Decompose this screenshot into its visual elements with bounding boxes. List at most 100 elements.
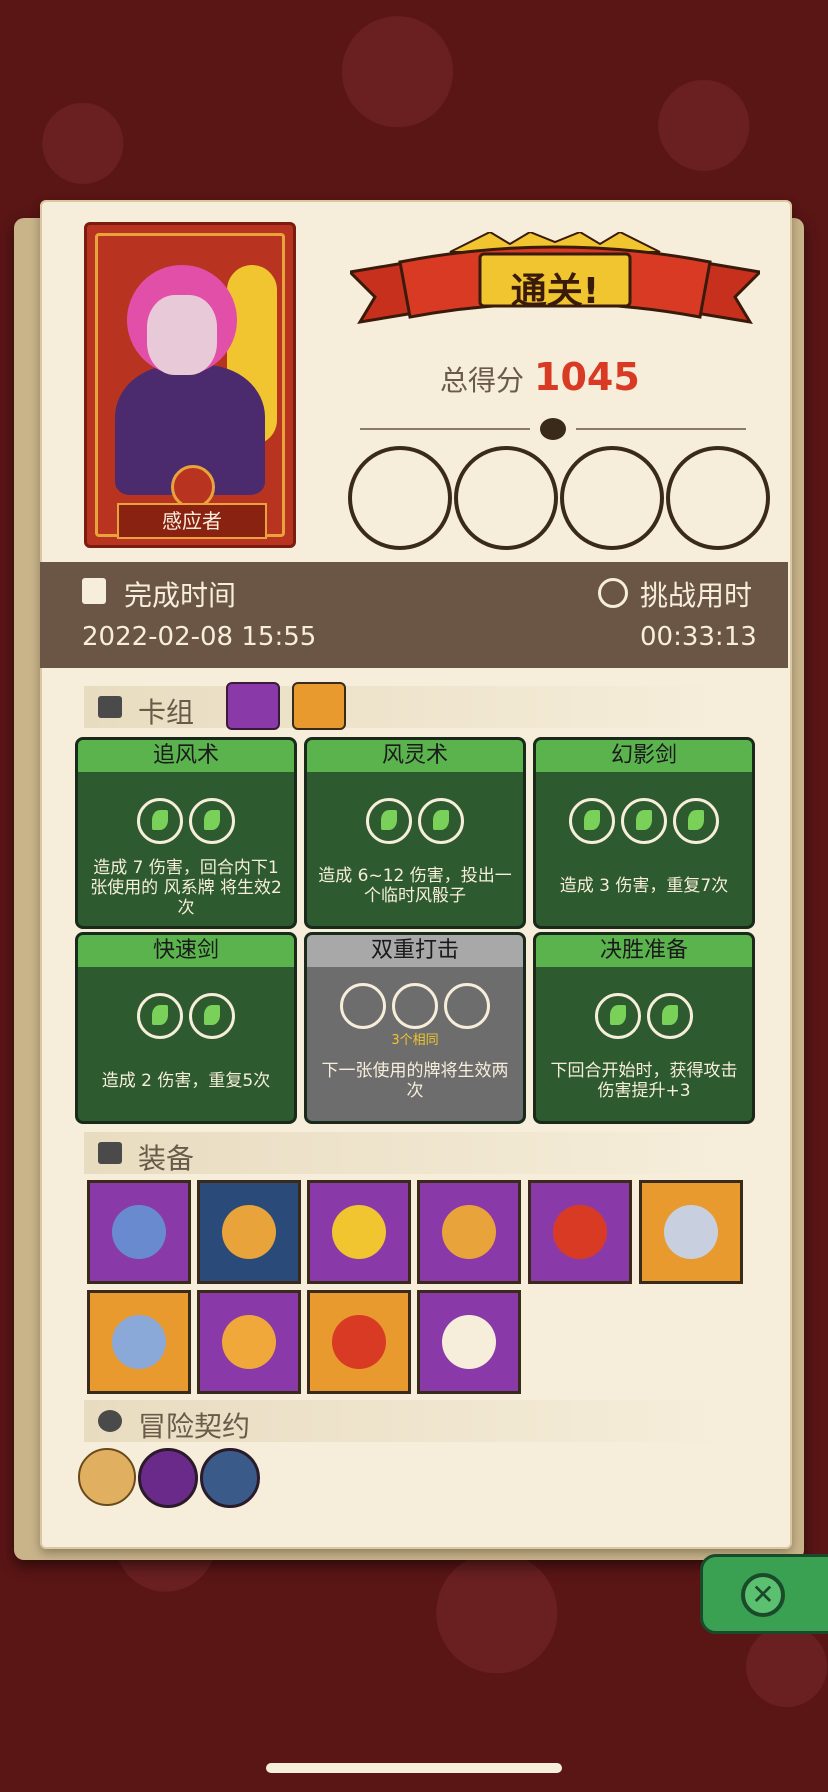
victory-banner: 通关! [350,232,760,342]
item-art [553,1205,607,1259]
boss-list [348,446,770,550]
card-title: 决胜准备 [536,935,752,967]
wind-gem-icon [418,798,464,844]
home-indicator[interactable] [266,1763,562,1773]
wind-gem-icon [673,798,719,844]
deck-title: 卡组 [138,696,195,729]
wind-gem-icon [621,798,667,844]
finish-time-value: 2022-02-08 15:55 [82,622,317,652]
gem-ring-icon[interactable] [417,1180,521,1284]
challenge-time-value: 00:33:13 [640,622,757,652]
score-row: 总得分 1045 [440,355,640,399]
divider-line-left [360,428,530,430]
item-art [222,1315,276,1369]
contracts-title: 冒险契约 [138,1410,251,1443]
card-gems [536,993,752,1039]
deck-card[interactable]: 风灵术 造成 6~12 伤害，投出一个临时风骰子 [304,737,526,929]
stopwatch-icon [598,578,628,608]
card-title: 追风术 [78,740,294,772]
item-art [332,1315,386,1369]
card-desc: 下回合开始时，获得攻击伤害提升+3 [550,1061,738,1101]
close-icon: ✕ [741,1573,785,1617]
wind-gem-icon [189,798,235,844]
wind-gem-icon [137,798,183,844]
red-ring-icon[interactable] [307,1290,411,1394]
crescent-blade-icon[interactable] [87,1180,191,1284]
close-button[interactable]: ✕ [700,1554,828,1634]
card-gems [536,798,752,844]
eye-seal-icon[interactable] [138,1448,198,1508]
dragon-boss-icon[interactable] [454,446,558,550]
card-title: 快速剑 [78,935,294,967]
skull-icon [540,418,566,440]
fangs-icon[interactable] [417,1290,521,1394]
wind-gem-icon [595,993,641,1039]
equipment-title: 装备 [138,1142,195,1175]
deck-header: 卡组 [84,686,740,729]
empty-slot-icon [392,983,438,1029]
scroll-icon[interactable] [78,1448,136,1506]
card-desc: 下一张使用的牌将生效两次 [321,1061,509,1101]
score-value: 1045 [534,355,640,399]
shark-boss-icon[interactable] [560,446,664,550]
empty-slot-icon [340,983,386,1029]
wind-gem-icon [366,798,412,844]
stats-bar: 完成时间 2022-02-08 15:55 挑战用时 00:33:13 [40,562,788,668]
empty-slot-icon [444,983,490,1029]
card-gems [307,983,523,1029]
heart-amulet-icon[interactable] [307,1180,411,1284]
box-icon [98,1142,122,1164]
equipment-header: 装备 [84,1132,740,1175]
card-title: 双重打击 [307,935,523,967]
character-face [147,295,217,375]
wind-gem-icon [137,993,183,1039]
deck-card[interactable]: 幻影剑 造成 3 伤害，重复7次 [533,737,755,929]
deck-card[interactable]: 决胜准备 下回合开始时，获得攻击伤害提升+3 [533,932,755,1124]
deck-tab-eye[interactable] [226,682,280,730]
character-portrait: 感应者 [84,222,296,548]
challenge-time-label: 挑战用时 [640,579,753,612]
fire-mirror-icon[interactable] [197,1180,301,1284]
item-art [112,1205,166,1259]
crown-icon[interactable] [197,1290,301,1394]
item-art [442,1315,496,1369]
card-desc: 造成 7 伤害，回合内下1张使用的 风系牌 将生效2次 [90,858,282,918]
deck-card[interactable]: 双重打击 3个相同 下一张使用的牌将生效两次 [304,932,526,1124]
card-desc: 造成 3 伤害，重复7次 [559,876,729,896]
cyclops-boss-icon[interactable] [348,446,452,550]
divider-line-right [576,428,746,430]
potion-icon[interactable] [200,1448,260,1508]
item-art [664,1205,718,1259]
boss-divider [340,418,770,440]
card-gems [78,798,294,844]
character-name: 感应者 [117,503,267,539]
cards-icon [98,696,122,718]
wind-gem-icon [189,993,235,1039]
victory-text: 通关! [510,271,600,312]
card-title: 风灵术 [307,740,523,772]
score-label: 总得分 [440,364,525,397]
deck-card[interactable]: 快速剑 造成 2 伤害，重复5次 [75,932,297,1124]
vampire-boss-icon[interactable] [666,446,770,550]
battle-axe-icon[interactable] [87,1290,191,1394]
item-art [112,1315,166,1369]
spiked-bracelet-icon[interactable] [528,1180,632,1284]
finish-time-label: 完成时间 [124,579,237,612]
horn-icon[interactable] [639,1180,743,1284]
wind-gem-icon [647,993,693,1039]
item-art [222,1205,276,1259]
card-title: 幻影剑 [536,740,752,772]
item-art [332,1205,386,1259]
card-gems [78,993,294,1039]
item-art [442,1205,496,1259]
card-sub: 3个相同 [391,1033,439,1048]
card-desc: 造成 2 伤害，重复5次 [101,1071,271,1091]
card-gems [307,798,523,844]
deck-tab-sun[interactable] [292,682,346,730]
film-icon [82,578,106,604]
deck-card[interactable]: 追风术 造成 7 伤害，回合内下1张使用的 风系牌 将生效2次 [75,737,297,929]
person-icon [98,1410,122,1432]
wind-gem-icon [569,798,615,844]
contracts-header: 冒险契约 [84,1400,740,1443]
card-desc: 造成 6~12 伤害，投出一个临时风骰子 [318,866,512,906]
